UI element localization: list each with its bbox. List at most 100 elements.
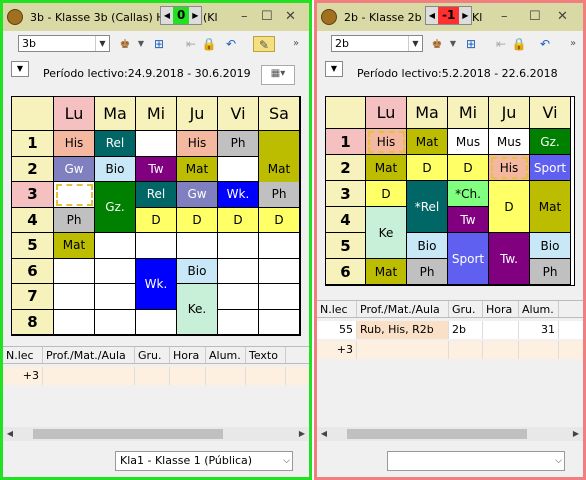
nav-next-icon[interactable]: ▶	[189, 7, 201, 24]
lesson-cell[interactable]: Ph	[407, 259, 448, 285]
lesson-cell[interactable]	[95, 233, 136, 259]
empty-slot[interactable]	[259, 284, 300, 310]
lesson-cell[interactable]: Ke	[366, 207, 407, 259]
column-header[interactable]: Hora	[170, 347, 206, 363]
day-header-ju[interactable]: Ju	[177, 97, 218, 131]
period-header-5[interactable]: 5	[326, 233, 366, 259]
lesson-cell[interactable]: His	[177, 131, 218, 157]
period-header-2[interactable]: 2	[12, 156, 54, 182]
nav-next-icon[interactable]: ▶	[459, 7, 471, 24]
overflow-icon[interactable]: »	[288, 36, 304, 52]
lesson-cell[interactable]: Tw	[136, 156, 177, 182]
lesson-cell[interactable]: Wk.	[218, 182, 259, 208]
lesson-cell[interactable]: Wk.	[136, 258, 177, 310]
lesson-cell[interactable]: Mat	[366, 155, 407, 181]
maximize-icon[interactable]: ☐	[529, 9, 541, 24]
empty-slot[interactable]	[95, 258, 136, 284]
column-header[interactable]: Alum.	[206, 347, 246, 363]
grid-icon[interactable]: ⊞	[463, 36, 479, 52]
lesson-cell[interactable]: Gw	[54, 156, 95, 182]
lesson-cell[interactable]: D	[366, 181, 407, 207]
scroll-left-icon[interactable]: ◀	[3, 427, 17, 441]
period-header-8[interactable]: 8	[12, 309, 54, 335]
day-header-lu[interactable]: Lu	[54, 97, 95, 131]
lesson-cell[interactable]: Bio	[530, 233, 571, 259]
window-navigator[interactable]: ◀ 0 ▶	[160, 6, 203, 25]
dropdown-arrow-icon[interactable]: ▼	[11, 61, 29, 77]
lesson-list-row[interactable]: 55 Rub, His, R2b 2b 31	[317, 321, 583, 339]
column-header[interactable]: Alum.	[519, 301, 559, 317]
window-navigator[interactable]: ◀ -1 ▶	[425, 6, 473, 25]
lesson-cell[interactable]: His	[366, 129, 407, 155]
period-header-1[interactable]: 1	[12, 131, 54, 157]
scrollbar-thumb[interactable]	[347, 429, 527, 439]
nav-prev-icon[interactable]: ◀	[426, 7, 438, 24]
lesson-cell[interactable]: Ph	[530, 259, 571, 285]
lesson-cell[interactable]: His	[54, 131, 95, 157]
lesson-cell[interactable]: *Rel	[407, 181, 448, 233]
period-header-3[interactable]: 3	[12, 182, 54, 208]
lock-icon[interactable]: 🔒	[511, 36, 527, 52]
chevron-down-icon[interactable]: ⌵	[283, 452, 290, 470]
lesson-cell[interactable]: *Ch.	[448, 181, 489, 207]
chevron-down-icon[interactable]: ▼	[95, 36, 109, 51]
lesson-cell[interactable]: Tw.	[489, 233, 530, 285]
lesson-cell[interactable]: Sport	[448, 233, 489, 285]
lesson-cell[interactable]: Mat	[530, 181, 571, 233]
lesson-cell[interactable]: Ph	[54, 207, 95, 233]
day-header-ma[interactable]: Ma	[407, 97, 448, 129]
grid-icon[interactable]: ⊞	[151, 36, 167, 52]
horizontal-scrollbar[interactable]: ◀ ▶	[317, 427, 583, 441]
undo-icon[interactable]: ↶	[223, 36, 239, 52]
lesson-cell[interactable]: Mus	[448, 129, 489, 155]
lesson-cell[interactable]: Gw	[177, 182, 218, 208]
period-header-6[interactable]: 6	[326, 259, 366, 285]
column-header[interactable]: N.lec	[317, 301, 357, 317]
lesson-cell[interactable]: Gz.	[95, 182, 136, 233]
title-bar[interactable]: 3b - Klasse 3b (Callas) H ◀ 0 ▶ (Kl – ☐ …	[3, 3, 309, 31]
day-header-mi[interactable]: Mi	[136, 97, 177, 131]
lesson-cell[interactable]: Mat	[54, 233, 95, 259]
lesson-cell[interactable]: D	[407, 155, 448, 181]
scrollbar-thumb[interactable]	[33, 429, 223, 439]
calendar-icon[interactable]: ▦▾	[261, 65, 295, 85]
lesson-cell[interactable]	[136, 233, 177, 259]
day-header-ma[interactable]: Ma	[95, 97, 136, 131]
lesson-cell[interactable]: Ke.	[177, 284, 218, 335]
lesson-list-row[interactable]: +3	[3, 367, 309, 385]
day-header-vi[interactable]: Vi	[218, 97, 259, 131]
lesson-cell[interactable]: Bio	[95, 156, 136, 182]
lesson-cell[interactable]	[177, 233, 218, 259]
column-header[interactable]: Prof./Mat./Aula	[357, 301, 449, 317]
empty-slot[interactable]	[95, 284, 136, 310]
column-header[interactable]: Prof./Mat./Aula	[43, 347, 135, 363]
scroll-right-icon[interactable]: ▶	[569, 427, 583, 441]
minimize-icon[interactable]: –	[241, 9, 248, 24]
lesson-cell[interactable]: His	[489, 155, 530, 181]
horizontal-scrollbar[interactable]: ◀ ▶	[3, 427, 309, 441]
day-header-ju[interactable]: Ju	[489, 97, 530, 129]
lesson-cell[interactable]: Ph	[259, 182, 300, 208]
period-header-4[interactable]: 4	[12, 207, 54, 233]
empty-slot[interactable]	[259, 258, 300, 284]
people-icon[interactable]: ♚	[117, 36, 133, 52]
period-header-3[interactable]: 3	[326, 181, 366, 207]
lock-icon[interactable]: 🔒	[201, 36, 217, 52]
column-header[interactable]: Texto	[246, 347, 286, 363]
day-header-mi[interactable]: Mi	[448, 97, 489, 129]
lesson-cell[interactable]	[54, 182, 95, 208]
column-header[interactable]: N.lec	[3, 347, 43, 363]
lesson-cell[interactable]: Bio	[407, 233, 448, 259]
chevron-down-icon[interactable]: ▼	[408, 36, 422, 51]
chevron-down-icon[interactable]: ⌵	[555, 452, 562, 470]
maximize-icon[interactable]: ☐	[261, 9, 273, 24]
lesson-cell[interactable]	[136, 131, 177, 157]
day-header-vi[interactable]: Vi	[530, 97, 571, 129]
lesson-cell[interactable]: D	[177, 207, 218, 233]
lesson-cell[interactable]: D	[218, 207, 259, 233]
lesson-cell[interactable]: Mat	[407, 129, 448, 155]
empty-slot[interactable]	[136, 309, 177, 335]
lesson-cell[interactable]	[218, 233, 259, 259]
minimize-icon[interactable]: –	[501, 9, 508, 24]
undo-icon[interactable]: ↶	[537, 36, 553, 52]
